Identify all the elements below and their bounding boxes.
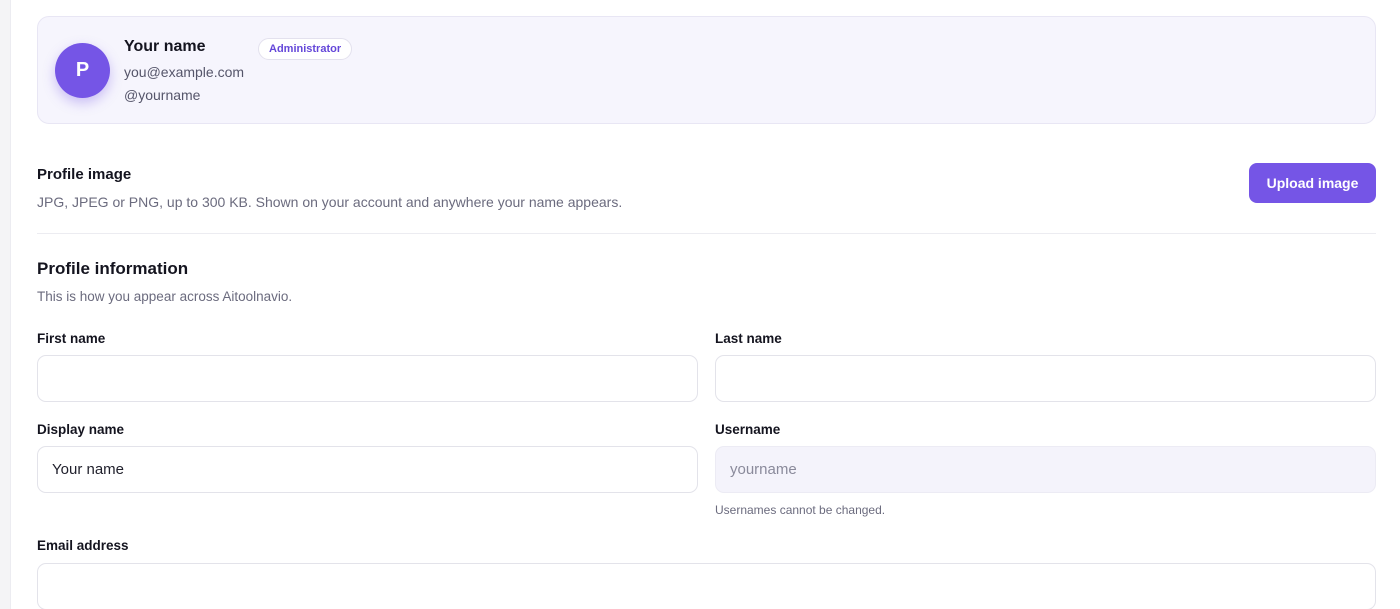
user-summary-card: P Your name Administrator you@example.co… — [37, 16, 1376, 124]
profile-settings-content: P Your name Administrator you@example.co… — [37, 16, 1376, 609]
username-hint: Usernames cannot be changed. — [715, 503, 886, 517]
first-name-label: First name — [37, 331, 106, 346]
settings-panel: P Your name Administrator you@example.co… — [10, 0, 1400, 609]
profile-information-description: This is how you appear across Aitoolnavi… — [37, 289, 293, 304]
profile-image-section: Profile image JPG, JPEG or PNG, up to 30… — [37, 166, 622, 210]
profile-image-title: Profile image — [37, 166, 132, 183]
upload-image-button[interactable]: Upload image — [1249, 163, 1376, 203]
display-name-input[interactable] — [37, 446, 698, 493]
first-name-input[interactable] — [37, 355, 698, 402]
user-handle: @yourname — [124, 87, 201, 103]
role-badge: Administrator — [258, 38, 353, 60]
last-name-input[interactable] — [715, 355, 1376, 402]
profile-information-title: Profile information — [37, 259, 189, 278]
email-label: Email address — [37, 538, 129, 553]
profile-image-description: JPG, JPEG or PNG, up to 300 KB. Shown on… — [37, 194, 623, 210]
user-email: you@example.com — [124, 64, 245, 80]
email-input[interactable] — [37, 563, 1376, 609]
avatar: P — [55, 43, 110, 98]
user-name: Your name — [124, 38, 206, 55]
display-name-label: Display name — [37, 422, 125, 437]
username-label: Username — [715, 422, 781, 437]
section-divider — [37, 233, 1376, 234]
username-input — [715, 446, 1376, 493]
last-name-label: Last name — [715, 331, 782, 346]
